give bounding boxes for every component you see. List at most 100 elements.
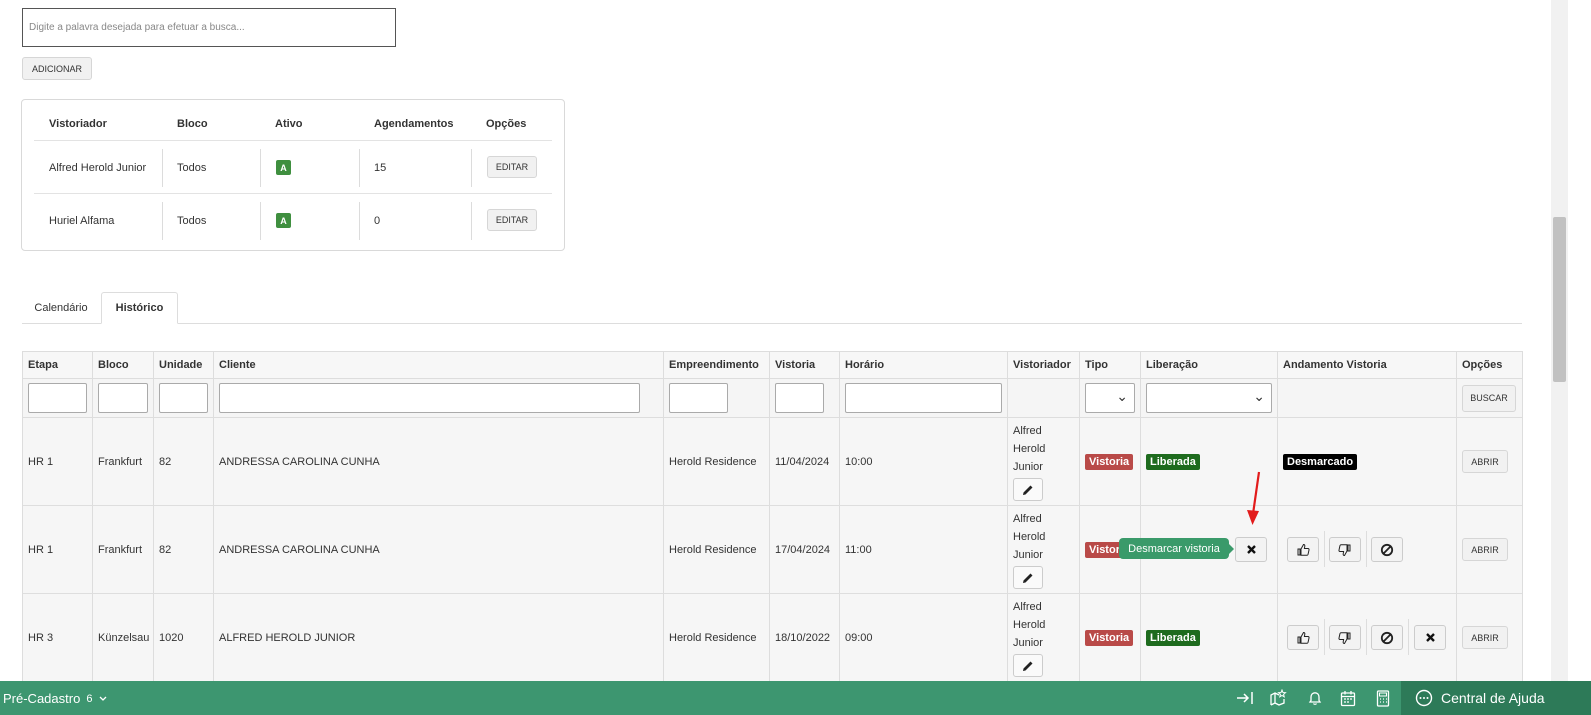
map-star-icon (1270, 689, 1287, 706)
search-button[interactable]: BUSCAR (1462, 384, 1516, 412)
tipo-badge: Vistoria (1085, 453, 1134, 470)
notifications-button[interactable] (1306, 689, 1324, 707)
vistoriador-line: Junior (1013, 637, 1043, 649)
scrollbar-thumb[interactable] (1553, 217, 1566, 382)
cell-vistoria: 18/10/2022 (770, 594, 840, 681)
arrow-right-to-bar-icon (1237, 692, 1253, 704)
cancel-vistoria-button[interactable] (1235, 537, 1267, 562)
filter-vistoria-input[interactable] (775, 383, 824, 413)
vistoriador-line: Alfred (1013, 425, 1042, 437)
filter-liberacao-select[interactable] (1146, 383, 1272, 413)
open-button[interactable]: ABRIR (1462, 538, 1508, 561)
reject-button[interactable] (1329, 537, 1361, 562)
arrow-annotation-icon (1247, 471, 1261, 525)
search-input[interactable] (22, 8, 396, 47)
cell-vistoria: 17/04/2024 (770, 506, 840, 593)
pencil-icon (1023, 661, 1033, 671)
calculator-button[interactable] (1374, 689, 1392, 707)
module-label: Pré-Cadastro (3, 691, 81, 706)
cancel-vistoria-button[interactable] (1414, 625, 1446, 650)
map-star-button[interactable] (1269, 689, 1287, 707)
logout-button[interactable] (1236, 689, 1254, 707)
cell-unidade: 1020 (154, 594, 214, 681)
edit-button[interactable]: EDITAR (487, 156, 537, 178)
col-bloco: Bloco (93, 352, 154, 378)
history-table: Etapa Bloco Unidade Cliente Empreendimen… (22, 351, 1523, 681)
col-andamento: Andamento Vistoria (1278, 352, 1457, 378)
header-vistoriador: Vistoriador (49, 118, 107, 130)
help-center-button[interactable]: Central de Ajuda (1401, 681, 1591, 715)
reject-button[interactable] (1329, 625, 1361, 650)
filter-cliente-input[interactable] (219, 383, 640, 413)
edit-vistoriador-button[interactable] (1013, 566, 1043, 589)
cell-empreendimento: Herold Residence (664, 594, 770, 681)
bottom-bar: Pré-Cadastro 6 Central de Ajuda (0, 681, 1591, 715)
cell-etapa: HR 1 (23, 506, 93, 593)
cell-horario: 10:00 (840, 418, 1008, 505)
tab-historico[interactable]: Histórico (101, 292, 178, 324)
col-cliente: Cliente (214, 352, 664, 378)
block-button[interactable] (1371, 537, 1403, 562)
cell-unidade: 82 (154, 418, 214, 505)
divider (260, 149, 261, 187)
module-count: 6 (86, 692, 93, 705)
bell-icon (1308, 692, 1322, 705)
filter-empreendimento-input[interactable] (669, 383, 728, 413)
divider (1324, 531, 1325, 567)
cell-vistoriador: Alfred Herold Junior (1008, 594, 1080, 681)
col-liberacao: Liberação (1141, 352, 1278, 378)
divider (471, 202, 472, 240)
filter-bloco-input[interactable] (98, 383, 148, 413)
cell-vistoriador: Alfred Herold Junior (1008, 506, 1080, 593)
filter-etapa-input[interactable] (28, 383, 87, 413)
chat-bubble-icon (1415, 689, 1433, 707)
vistoriador-line: Junior (1013, 461, 1043, 473)
approve-button[interactable] (1287, 625, 1319, 650)
tab-calendario[interactable]: Calendário (22, 292, 100, 324)
vistoriador-table: Vistoriador Bloco Ativo Agendamentos Opç… (21, 99, 565, 251)
vistoriador-bloco: Todos (177, 215, 207, 227)
agendamentos-count: 15 (374, 162, 387, 174)
cell-empreendimento: Herold Residence (664, 506, 770, 593)
divider (1324, 619, 1325, 655)
table-header-row: Etapa Bloco Unidade Cliente Empreendimen… (23, 352, 1522, 379)
vistoriador-line: Herold (1013, 619, 1046, 631)
edit-vistoriador-button[interactable] (1013, 478, 1043, 501)
thumbs-down-icon (1338, 631, 1351, 644)
cell-empreendimento: Herold Residence (664, 418, 770, 505)
cell-bloco: Frankfurt (93, 506, 154, 593)
header-bloco: Bloco (177, 118, 208, 130)
liberacao-badge: Liberada (1146, 453, 1200, 470)
filter-horario-input[interactable] (845, 383, 1002, 413)
header-opcoes: Opções (486, 118, 527, 130)
col-opcoes: Opções (1462, 359, 1503, 371)
calendar-button[interactable] (1339, 689, 1357, 707)
approve-button[interactable] (1287, 537, 1319, 562)
vistoriador-bloco: Todos (177, 162, 207, 174)
calculator-icon (1376, 689, 1390, 707)
table-row: HR 1 Frankfurt 82 ANDRESSA CAROLINA CUNH… (23, 418, 1522, 506)
active-badge: A (276, 160, 291, 175)
add-button[interactable]: ADICIONAR (22, 57, 92, 80)
agendamentos-count: 0 (374, 215, 381, 227)
header-ativo: Ativo (275, 118, 303, 130)
open-button[interactable]: ABRIR (1462, 626, 1508, 649)
andamento-badge: Desmarcado (1283, 453, 1358, 470)
cell-cliente: ANDRESSA CAROLINA CUNHA (214, 418, 664, 505)
filter-unidade-input[interactable] (159, 383, 208, 413)
cell-horario: 11:00 (840, 506, 1008, 593)
divider (1408, 619, 1409, 655)
vistoriador-name: Alfred Herold Junior (49, 162, 147, 174)
module-selector[interactable]: Pré-Cadastro 6 (3, 691, 108, 706)
block-button[interactable] (1371, 625, 1403, 650)
close-icon (1246, 545, 1256, 554)
edit-button[interactable]: EDITAR (487, 209, 537, 231)
divider (162, 202, 163, 240)
edit-vistoriador-button[interactable] (1013, 654, 1043, 677)
filter-row: BUSCAR (23, 379, 1522, 418)
tabs-divider (22, 323, 1522, 324)
thumbs-up-icon (1297, 543, 1310, 556)
filter-tipo-select[interactable] (1085, 383, 1135, 413)
open-button[interactable]: ABRIR (1462, 450, 1508, 473)
col-empreendimento: Empreendimento (664, 352, 770, 378)
